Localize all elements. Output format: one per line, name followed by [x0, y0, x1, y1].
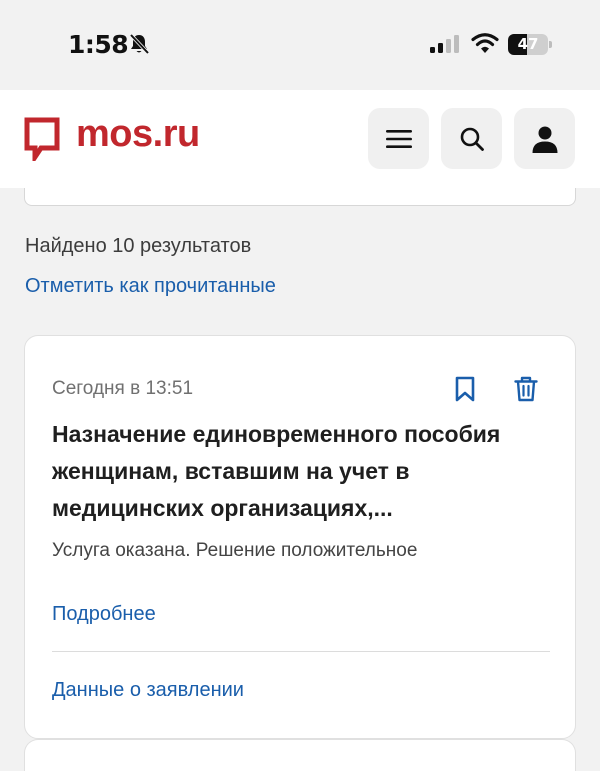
- status-bar: 1:58 47: [0, 0, 600, 90]
- cellular-signal-icon: [430, 35, 459, 53]
- battery-percent: 47: [517, 35, 539, 53]
- battery-icon: 47: [508, 34, 552, 55]
- wifi-icon: [471, 33, 499, 53]
- status-time: 1:58: [68, 30, 129, 59]
- logo-text[interactable]: mos.ru: [76, 113, 200, 156]
- divider: [52, 651, 550, 652]
- notification-card: Сегодня в 13:51 Назначение единовременно…: [24, 335, 576, 739]
- notification-card-next: [24, 739, 576, 771]
- bell-slash-icon: [129, 33, 150, 55]
- menu-button[interactable]: [368, 108, 429, 169]
- mark-as-read-link[interactable]: Отметить как прочитанные: [25, 275, 276, 298]
- user-icon: [532, 126, 557, 153]
- profile-button[interactable]: [514, 108, 575, 169]
- notification-status: Услуга оказана. Решение положительное: [52, 540, 418, 561]
- results-count: Найдено 10 результатов: [25, 235, 252, 257]
- search-icon: [460, 127, 484, 151]
- notification-date: Сегодня в 13:51: [52, 378, 194, 399]
- trash-icon[interactable]: [514, 376, 538, 402]
- menu-icon: [385, 129, 412, 148]
- search-field-remnant[interactable]: [24, 188, 576, 206]
- search-button[interactable]: [441, 108, 502, 169]
- mos-logo-icon[interactable]: [24, 117, 60, 161]
- bookmark-icon[interactable]: [454, 376, 476, 402]
- notification-title[interactable]: Назначение единовременного пособия женщи…: [52, 416, 552, 527]
- more-link[interactable]: Подробнее: [52, 603, 156, 626]
- application-details-link[interactable]: Данные о заявлении: [52, 679, 244, 702]
